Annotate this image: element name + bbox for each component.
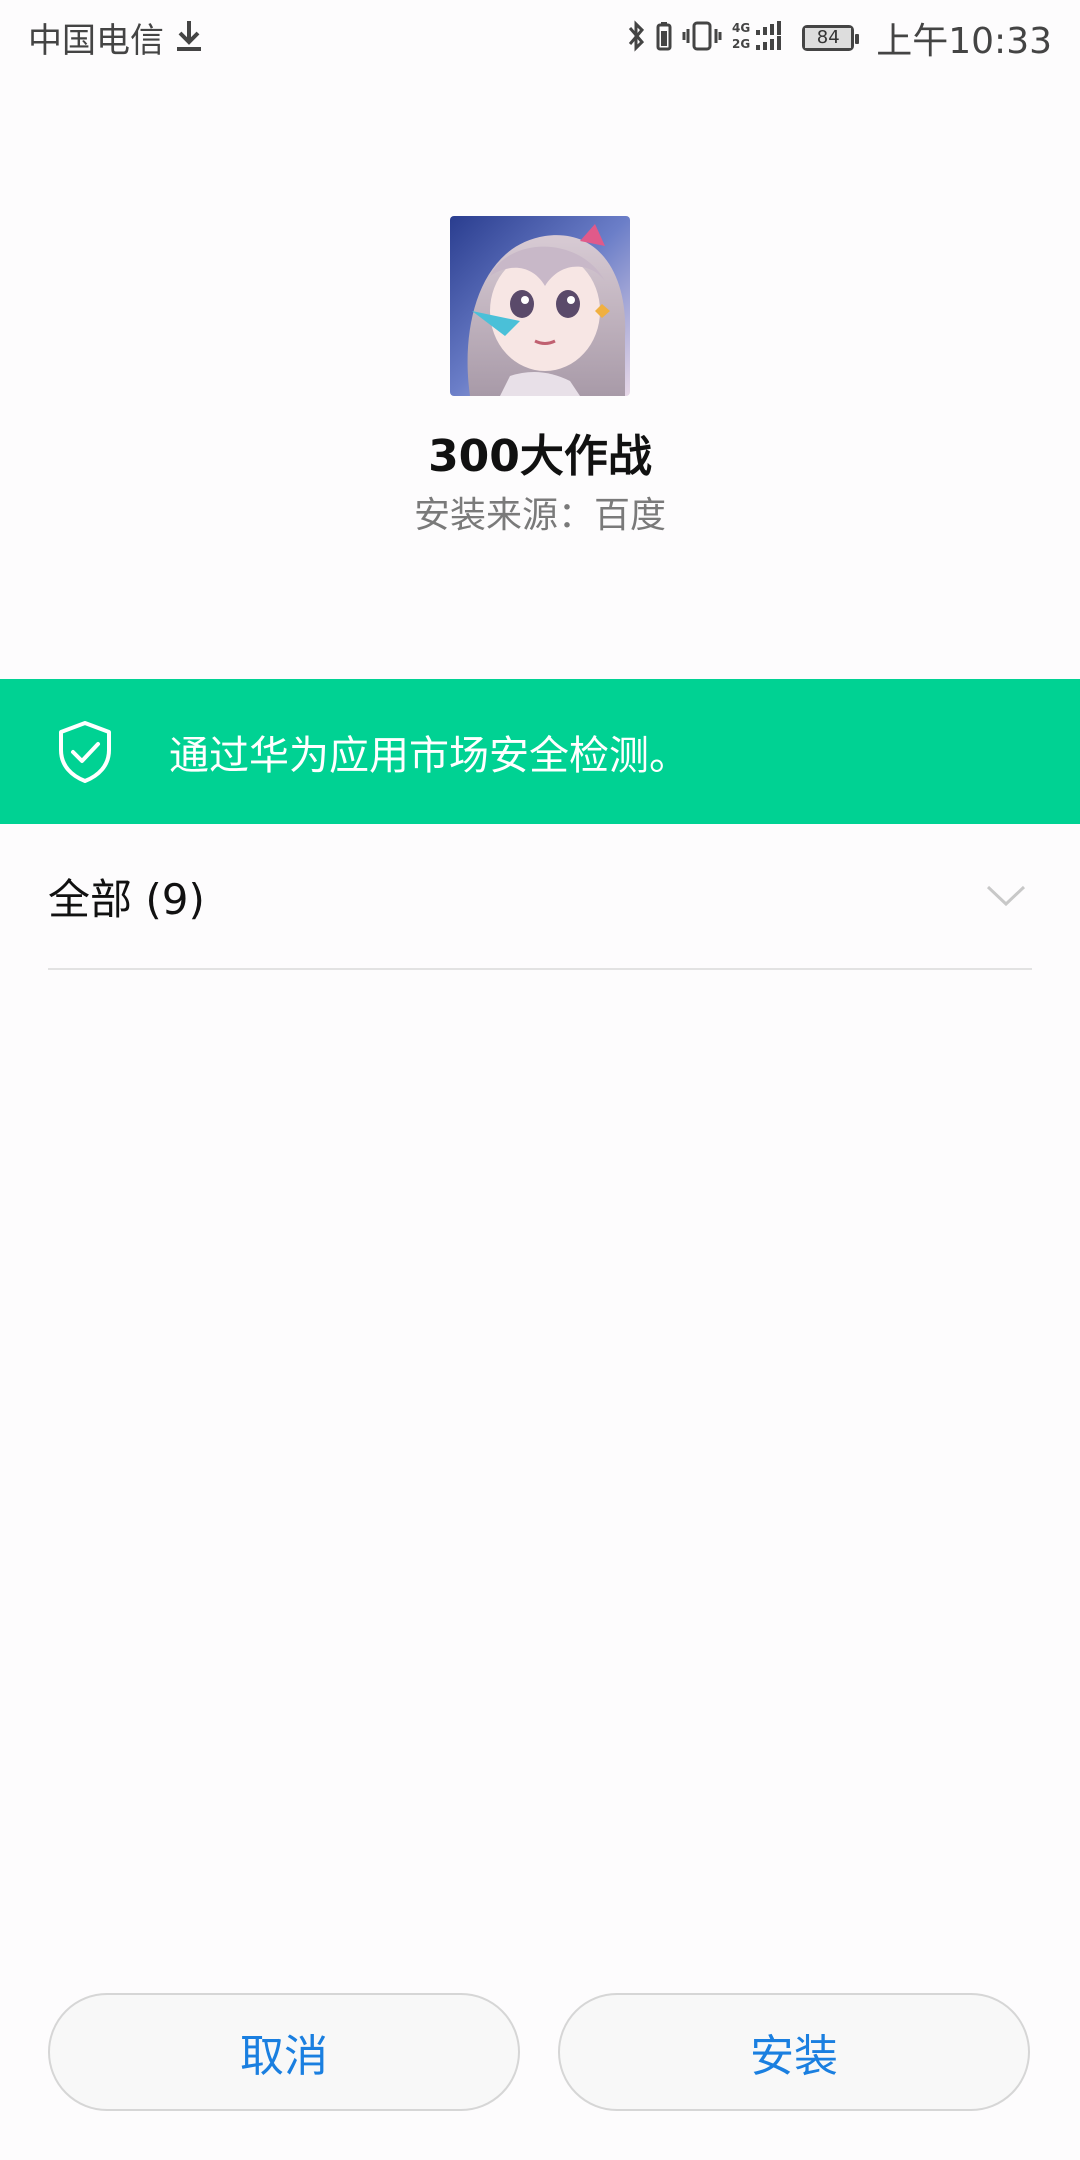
chevron-down-icon[interactable] xyxy=(986,884,1026,908)
svg-text:4G: 4G xyxy=(732,21,750,35)
app-icon xyxy=(450,216,630,396)
bluetooth-icon xyxy=(626,19,646,57)
shield-check-icon xyxy=(57,720,113,784)
vibrate-icon xyxy=(682,19,722,57)
status-bar-right: 4G 2G 84 上午10:33 xyxy=(626,12,1052,64)
battery-icon: 84 xyxy=(802,24,860,51)
install-button[interactable]: 安装 xyxy=(558,1993,1030,2111)
permissions-all-row[interactable]: 全部 (9) xyxy=(48,824,1032,970)
permissions-all-label: 全部 (9) xyxy=(48,874,205,924)
status-bar: 中国电信 4G 2G 84 上午10:33 xyxy=(0,0,1080,75)
battery-saver-icon xyxy=(656,19,672,57)
status-bar-left: 中国电信 xyxy=(28,13,204,62)
clock: 上午10:33 xyxy=(876,20,1052,62)
download-icon xyxy=(174,19,204,57)
security-message: 通过华为应用市场安全检测。 xyxy=(169,732,689,779)
install-source: 安装来源：百度 xyxy=(413,495,666,536)
carrier-label: 中国电信 xyxy=(28,21,164,61)
app-name: 300大作战 xyxy=(428,431,652,482)
security-banner: 通过华为应用市场安全检测。 xyxy=(0,679,1080,824)
svg-text:2G: 2G xyxy=(732,37,750,51)
cancel-button[interactable]: 取消 xyxy=(48,1993,520,2111)
signal-icon: 4G 2G xyxy=(732,19,792,57)
battery-level: 84 xyxy=(805,27,852,48)
